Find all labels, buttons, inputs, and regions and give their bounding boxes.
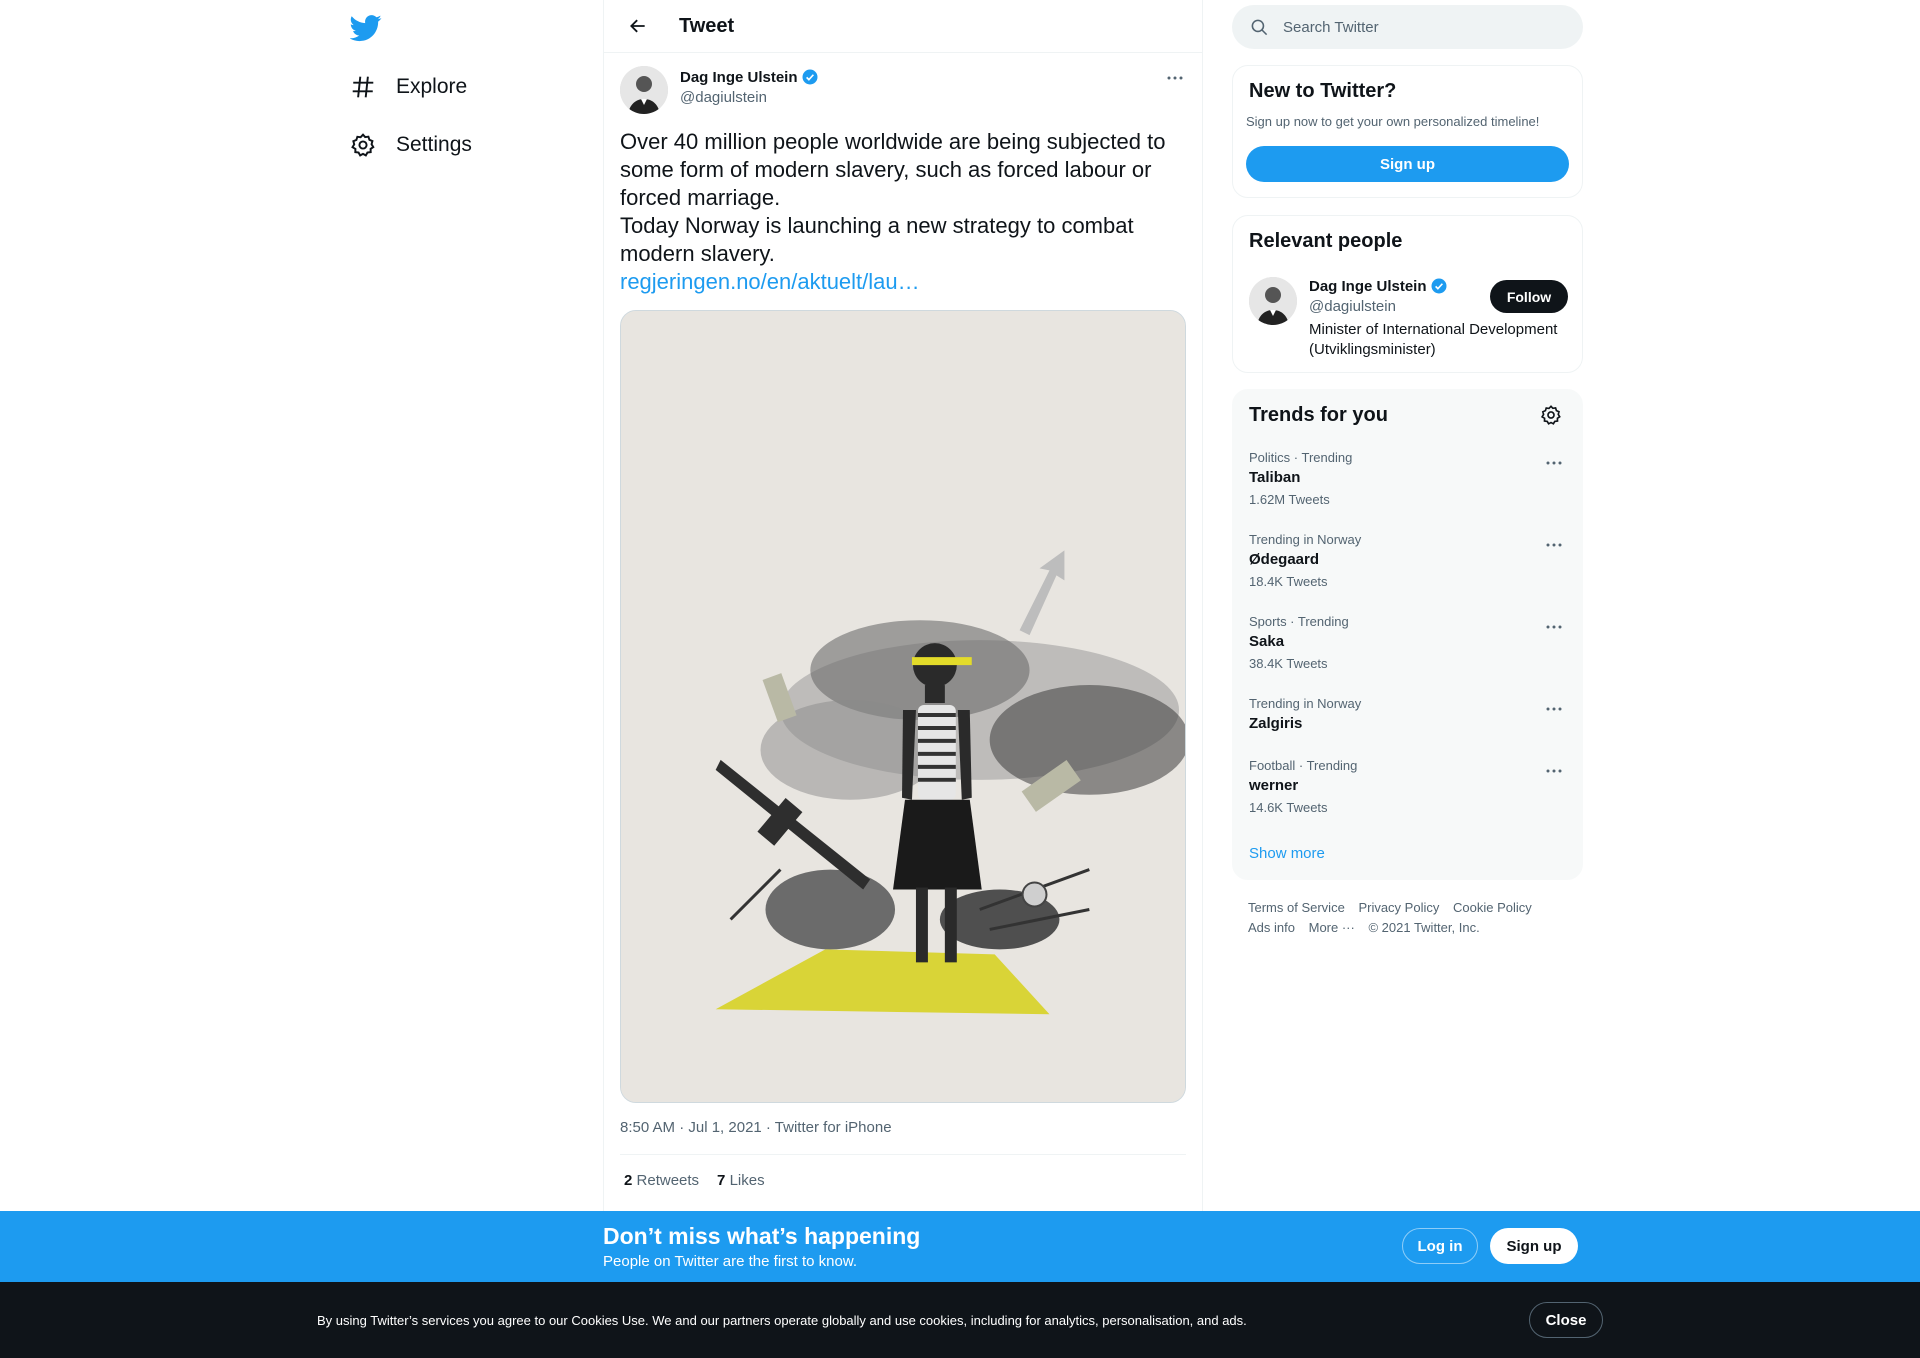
nav-settings[interactable]: Settings [350,125,472,165]
login-button[interactable]: Log in [1402,1228,1478,1264]
footer-link[interactable]: Terms of Service [1248,900,1345,915]
new-to-twitter-title: New to Twitter? [1249,80,1397,102]
trend-count: 18.4K Tweets [1249,574,1328,589]
sidebar-signup-button[interactable]: Sign up [1246,146,1569,182]
author-name-row[interactable]: Dag Inge Ulstein [680,68,819,86]
trend-category: Politics · Trending [1249,450,1353,465]
follow-button[interactable]: Follow [1490,280,1568,313]
relevant-people-card: Relevant people Dag Inge Ulstein @dagiul… [1232,215,1583,373]
likes-count: 7 [717,1172,726,1189]
child-collage-illustration [621,311,1185,1102]
page: Explore Settings Tweet Dag Inge Ulstein [0,0,1920,1358]
footer-link[interactable]: Cookie Policy [1453,900,1532,915]
trend-name: werner [1249,777,1299,794]
avatar[interactable] [620,66,668,114]
trend-category: Trending in Norway [1249,532,1362,547]
relevant-person-name-row[interactable]: Dag Inge Ulstein [1309,277,1448,295]
tweet-column: Tweet Dag Inge Ulstein @dagiulstein Over… [603,0,1203,1358]
trend-category: Trending in Norway [1249,696,1362,711]
close-button[interactable]: Close [1529,1302,1603,1338]
nav-explore[interactable]: Explore [350,67,467,107]
trend-count: 14.6K Tweets [1249,800,1328,815]
more-options-icon[interactable] [1160,66,1190,90]
gear-icon [351,133,375,157]
tweet-author: Dag Inge Ulstein @dagiulstein [620,66,1190,114]
tweet-text-line: Today Norway is launching a new strategy… [620,213,1134,266]
more-options-icon[interactable] [1542,538,1566,552]
new-to-twitter-card: New to Twitter? Sign up now to get your … [1232,65,1583,198]
trend-name: Taliban [1249,469,1301,486]
nav-explore-label: Explore [396,75,468,98]
arrow-left-icon [630,19,645,33]
cookie-banner: By using Twitter’s services you agree to… [0,1282,1920,1358]
retweets-stat[interactable]: 2 Retweets [624,1172,699,1189]
tweet-stats: 2 Retweets 7 Likes [624,1172,765,1189]
more-options-icon[interactable] [1542,456,1566,470]
footer-links: Terms of Service Privacy Policy Cookie P… [1248,898,1578,938]
retweets-label: Retweets [636,1172,700,1189]
footer-link[interactable]: Privacy Policy [1358,900,1439,915]
relevant-person-handle[interactable]: @dagiulstein [1309,298,1396,315]
divider [620,1154,1186,1155]
more-options-icon[interactable] [1542,620,1566,634]
relevant-person-bio: Minister of International Development (U… [1309,321,1558,358]
verified-badge-icon [1431,278,1447,294]
likes-stat[interactable]: 7 Likes [717,1172,765,1189]
search-icon [1251,19,1268,35]
trends-title: Trends for you [1249,404,1388,426]
back-button[interactable] [620,8,656,44]
relevant-person-name: Dag Inge Ulstein [1309,277,1427,295]
tweet-header: Tweet [604,0,1202,53]
avatar[interactable] [1249,277,1297,325]
relevant-people-title: Relevant people [1249,230,1403,252]
author-name: Dag Inge Ulstein [680,68,798,86]
likes-label: Likes [729,1172,765,1189]
more-options-icon[interactable] [1542,702,1566,716]
nav-settings-label: Settings [396,133,472,156]
cookie-text: By using Twitter’s services you agree to… [317,1313,1247,1328]
footer-link[interactable]: More ··· [1309,920,1355,935]
trend-name: Ødegaard [1249,551,1320,568]
tweet-link[interactable]: regjeringen.no/en/aktuelt/lau… [620,268,1186,296]
verified-badge-icon [802,69,818,85]
trend-category: Football · Trending [1249,758,1358,773]
trend-name: Saka [1249,633,1285,650]
tweet-text: Over 40 million people worldwide are bei… [620,128,1186,296]
gear-icon[interactable] [1540,404,1562,426]
tweet-media-image[interactable] [620,310,1186,1103]
author-names: Dag Inge Ulstein @dagiulstein [680,68,819,114]
trend-category: Sports · Trending [1249,614,1349,629]
signup-banner: Don’t miss what’s happening People on Tw… [0,1211,1920,1282]
trend-count: 38.4K Tweets [1249,656,1328,671]
search-bar[interactable] [1232,5,1583,49]
tweet-timestamp[interactable]: 8:50 AM · Jul 1, 2021 · Twitter for iPho… [620,1119,892,1136]
copyright: © 2021 Twitter, Inc. [1368,920,1480,935]
tweet-text-line: Over 40 million people worldwide are bei… [620,129,1166,210]
footer-link[interactable]: Ads info [1248,920,1295,935]
new-to-twitter-subtitle: Sign up now to get your own personalized… [1246,114,1540,129]
show-more-link[interactable]: Show more [1249,845,1325,862]
author-handle[interactable]: @dagiulstein [680,89,819,106]
retweets-count: 2 [624,1172,633,1189]
twitter-bird-icon[interactable] [349,12,382,44]
trends-card: Trends for you Politics · Trending Talib… [1232,389,1583,880]
hashtag-icon [352,76,374,98]
trend-count: 1.62M Tweets [1249,492,1330,507]
more-options-icon[interactable] [1542,764,1566,778]
banner-title: Don’t miss what’s happening [603,1223,921,1249]
page-title: Tweet [679,14,735,37]
trend-name: Zalgiris [1249,715,1303,732]
search-input[interactable] [1283,18,1543,36]
signup-button[interactable]: Sign up [1490,1228,1578,1264]
banner-subtitle: People on Twitter are the first to know. [603,1253,858,1270]
